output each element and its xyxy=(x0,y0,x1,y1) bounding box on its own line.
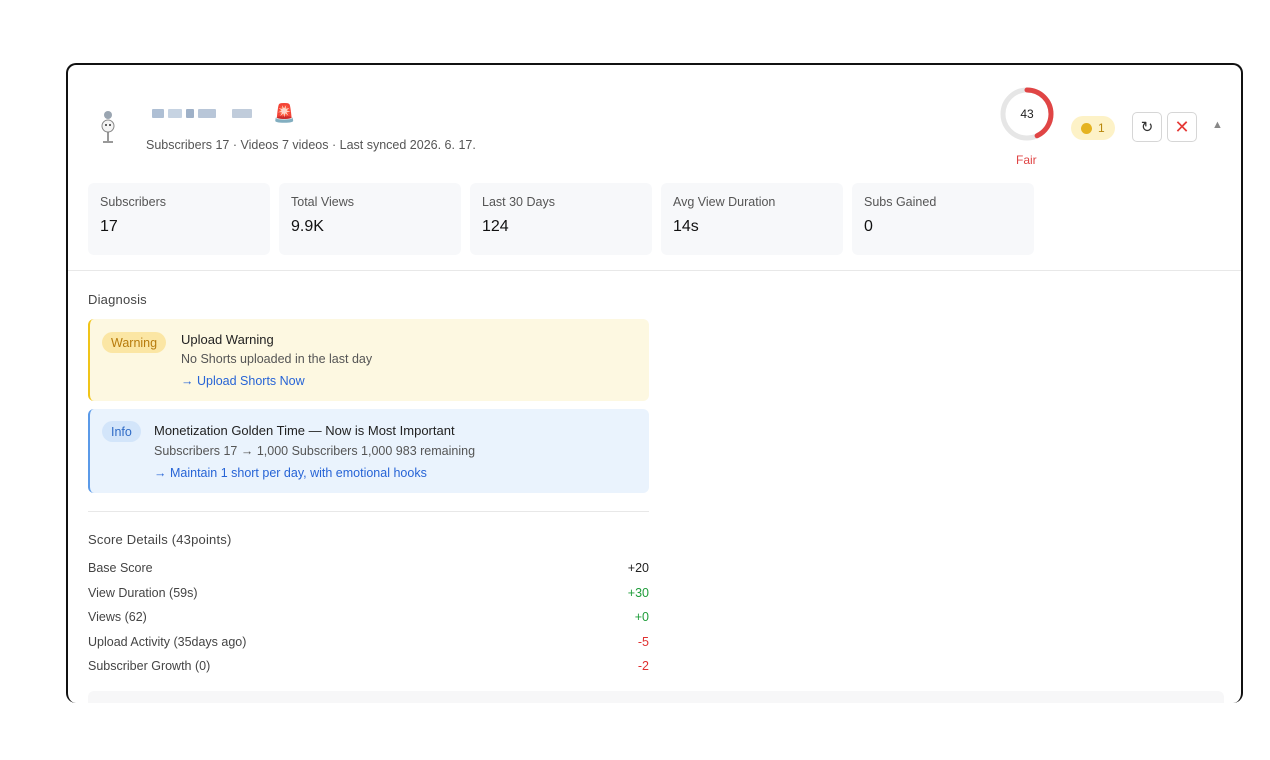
channel-card: 🚨 Subscribers 17 · Videos 7 videos · Las… xyxy=(66,63,1243,703)
stat-label: Last 30 Days xyxy=(482,195,555,209)
close-button[interactable]: ✕ xyxy=(1167,112,1197,142)
coin-count: 1 xyxy=(1098,121,1105,135)
alert-warning: Warning Upload Warning No Shorts uploade… xyxy=(88,319,649,401)
score-row-label: Base Score xyxy=(88,561,153,575)
chevron-up-icon: ▲ xyxy=(1212,119,1223,131)
score-row-value: +30 xyxy=(627,585,649,600)
avatar xyxy=(101,111,115,143)
stat-value: 9.9K xyxy=(291,218,324,235)
coin-icon xyxy=(1081,122,1092,134)
score-details-table: Base Score +20 View Duration (59s) +30 V… xyxy=(88,561,649,684)
score-row-label: View Duration (59s) xyxy=(88,585,198,600)
stat-value: 124 xyxy=(482,218,509,235)
stats-row: Subscribers 17 Total Views 9.9K Last 30 … xyxy=(88,183,1034,255)
next-section-strip xyxy=(88,691,1224,703)
warning-badge: Warning xyxy=(102,332,167,353)
upload-shorts-link[interactable]: → Upload Shorts Now xyxy=(181,374,305,388)
score-row: Base Score +20 xyxy=(88,561,649,586)
close-icon: ✕ xyxy=(1174,116,1190,137)
alarm-light-icon: 🚨 xyxy=(273,103,296,123)
collapse-toggle[interactable]: ▲ xyxy=(1212,119,1223,131)
refresh-button[interactable]: ↻ xyxy=(1132,112,1162,142)
channel-header: 🚨 Subscribers 17 · Videos 7 videos · Las… xyxy=(68,65,1241,255)
score-row-label: Subscriber Growth (0) xyxy=(88,659,211,674)
stat-card-last-30-days: Last 30 Days 124 xyxy=(470,183,652,255)
diagnosis-title: Diagnosis xyxy=(88,292,147,307)
info-badge: Info xyxy=(102,421,141,442)
stat-label: Subscribers xyxy=(100,195,166,209)
alert-text: No Shorts uploaded in the last day xyxy=(181,352,373,366)
score-label: Fair xyxy=(1016,153,1037,167)
score-row: Views (62) +0 xyxy=(88,610,649,635)
stat-label: Total Views xyxy=(291,195,354,209)
stat-value: 17 xyxy=(100,218,118,235)
score-row-label: Views (62) xyxy=(88,610,147,625)
divider xyxy=(68,270,1241,271)
divider xyxy=(88,511,649,512)
alert-title: Upload Warning xyxy=(181,332,274,347)
channel-name-blurred xyxy=(152,109,252,118)
alert-info: Info Monetization Golden Time — Now is M… xyxy=(88,409,649,493)
score-row: Subscriber Growth (0) -2 xyxy=(88,659,649,684)
stat-card-subs-gained: Subs Gained 0 xyxy=(852,183,1034,255)
stat-card-avg-view-duration: Avg View Duration 14s xyxy=(661,183,843,255)
alert-text: Subscribers 17 → 1,000 Subscribers 1,000… xyxy=(154,444,476,458)
score-row: View Duration (59s) +30 xyxy=(88,586,649,611)
score-row: Upload Activity (35days ago) -5 xyxy=(88,635,649,660)
alert-title: Monetization Golden Time — Now is Most I… xyxy=(154,423,455,438)
stat-card-subscribers: Subscribers 17 xyxy=(88,183,270,255)
score-row-value: -5 xyxy=(637,634,649,649)
stat-label: Avg View Duration xyxy=(673,195,776,209)
stat-value: 14s xyxy=(673,218,699,235)
stat-card-total-views: Total Views 9.9K xyxy=(279,183,461,255)
refresh-icon: ↻ xyxy=(1140,119,1154,136)
score-ring: 43 xyxy=(1000,87,1054,141)
coin-badge: 1 xyxy=(1071,116,1115,140)
score-row-label: Upload Activity (35days ago) xyxy=(88,634,247,649)
maintain-shorts-link[interactable]: → Maintain 1 short per day, with emotion… xyxy=(154,466,427,480)
score-value: 43 xyxy=(1020,107,1034,121)
score-row-value: -2 xyxy=(637,659,649,674)
channel-meta: Subscribers 17 · Videos 7 videos · Last … xyxy=(146,138,476,152)
score-row-value: +20 xyxy=(627,561,649,575)
stat-value: 0 xyxy=(864,218,873,235)
stat-label: Subs Gained xyxy=(864,195,937,209)
score-row-value: +0 xyxy=(634,610,649,625)
score-details-title: Score Details (43points) xyxy=(88,532,232,547)
